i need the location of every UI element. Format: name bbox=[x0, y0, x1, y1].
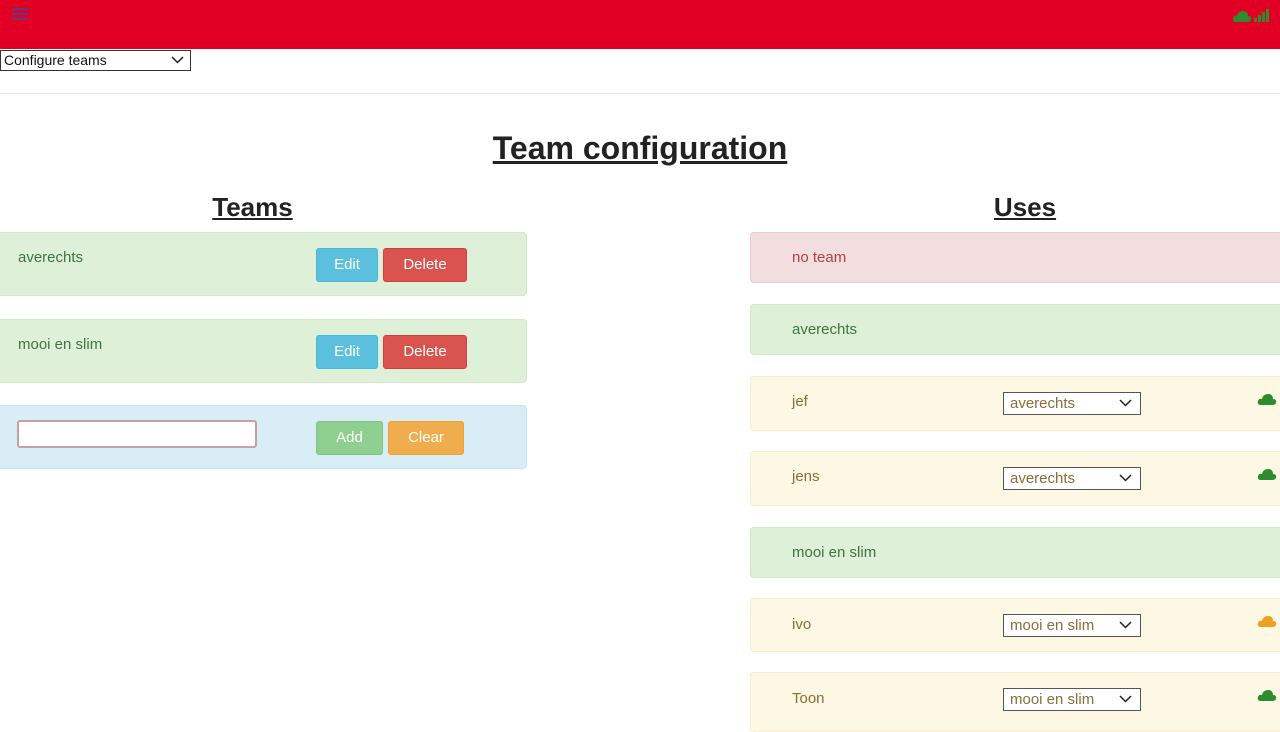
uses-member-row: jens averechts bbox=[750, 451, 1280, 506]
member-name: ivo bbox=[792, 616, 812, 633]
new-team-input[interactable] bbox=[17, 420, 257, 448]
signal-icon bbox=[1254, 9, 1269, 22]
edit-team-button[interactable]: Edit bbox=[316, 335, 378, 369]
member-name: Toon bbox=[792, 690, 825, 707]
team-select[interactable]: averechts bbox=[1003, 392, 1141, 415]
uses-group-row: averechts bbox=[750, 304, 1280, 355]
top-bar bbox=[0, 0, 1280, 49]
team-select-value: mooi en slim bbox=[1010, 691, 1095, 708]
divider bbox=[0, 93, 1280, 94]
team-select[interactable]: mooi en slim bbox=[1003, 614, 1141, 637]
team-name: averechts bbox=[18, 249, 84, 266]
uses-title: Uses bbox=[993, 192, 1057, 222]
team-row: averechts Edit Delete bbox=[0, 232, 527, 296]
chevron-down-icon bbox=[1119, 621, 1132, 629]
page-title: Team configuration bbox=[492, 130, 788, 166]
member-name: jens bbox=[792, 468, 820, 485]
delete-team-button[interactable]: Delete bbox=[383, 335, 467, 369]
team-select[interactable]: averechts bbox=[1003, 467, 1141, 490]
mode-select[interactable]: Configure teams bbox=[0, 50, 191, 71]
uses-member-row: jef averechts bbox=[750, 376, 1280, 431]
cloud-icon bbox=[1257, 394, 1277, 405]
team-select-value: averechts bbox=[1010, 395, 1076, 412]
member-name: jef bbox=[792, 393, 808, 410]
clear-button[interactable]: Clear bbox=[388, 421, 464, 455]
group-label: no team bbox=[792, 249, 847, 266]
status-icons bbox=[1232, 8, 1270, 22]
mode-select-value: Configure teams bbox=[4, 52, 107, 68]
team-select-value: averechts bbox=[1010, 470, 1076, 487]
uses-member-row: ivo mooi en slim bbox=[750, 598, 1280, 652]
teams-title: Teams bbox=[212, 192, 293, 222]
cloud-icon bbox=[1257, 469, 1277, 480]
cloud-icon bbox=[1232, 11, 1252, 22]
delete-team-button[interactable]: Delete bbox=[383, 248, 467, 282]
team-name: mooi en slim bbox=[18, 336, 103, 353]
uses-member-row: Toon mooi en slim bbox=[750, 672, 1280, 732]
chevron-down-icon bbox=[171, 56, 184, 64]
cloud-icon bbox=[1257, 616, 1277, 627]
group-label: mooi en slim bbox=[792, 544, 877, 561]
edit-team-button[interactable]: Edit bbox=[316, 248, 378, 282]
group-label: averechts bbox=[792, 321, 858, 338]
team-row: mooi en slim Edit Delete bbox=[0, 319, 527, 383]
chevron-down-icon bbox=[1119, 399, 1132, 407]
add-team-button[interactable]: Add bbox=[316, 421, 383, 455]
team-select[interactable]: mooi en slim bbox=[1003, 688, 1141, 711]
cloud-icon bbox=[1257, 690, 1277, 701]
uses-group-row: no team bbox=[750, 232, 1280, 283]
hamburger-icon[interactable] bbox=[12, 8, 28, 22]
add-team-panel: Add Clear bbox=[0, 405, 527, 469]
team-select-value: mooi en slim bbox=[1010, 617, 1095, 634]
chevron-down-icon bbox=[1119, 695, 1132, 703]
chevron-down-icon bbox=[1119, 474, 1132, 482]
uses-group-row: mooi en slim bbox=[750, 527, 1280, 578]
